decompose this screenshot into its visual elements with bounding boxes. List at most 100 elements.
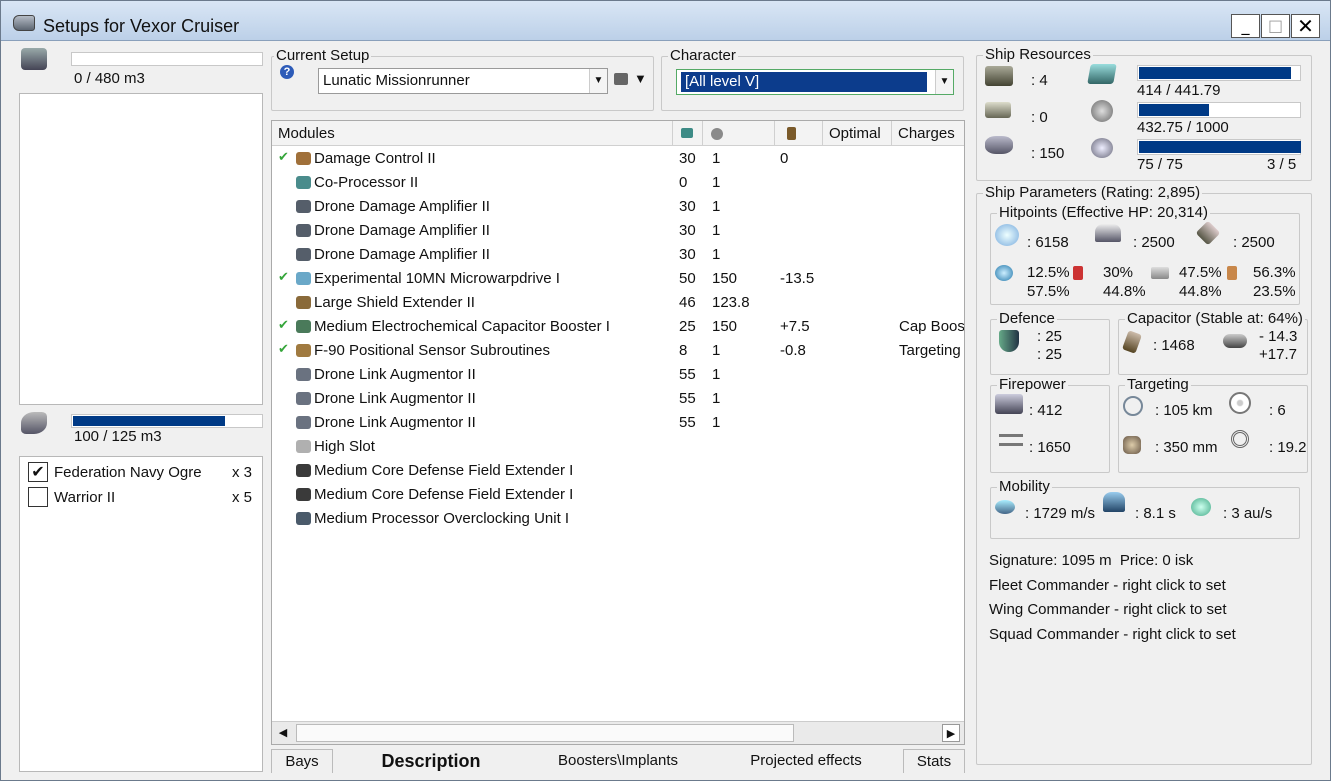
drone-item[interactable]: ✔ Federation Navy Ogre x 3 [26, 462, 258, 484]
module-icon [296, 296, 311, 309]
module-row[interactable]: Medium Core Defense Field Extender I [272, 459, 964, 483]
fleet-commander[interactable]: Fleet Commander - right click to set [989, 577, 1226, 594]
powergrid-icon [1091, 100, 1113, 122]
wrench-icon[interactable] [614, 73, 628, 85]
module-row[interactable]: ✔ Damage Control II 30 1 0 [272, 147, 964, 171]
module-row[interactable]: ✔ Experimental 10MN Microwarpdrive I 50 150… [272, 267, 964, 291]
scroll-thumb[interactable] [296, 724, 794, 742]
character-group: Character [All level V] ▼ [661, 48, 964, 111]
module-powergrid: 150 [712, 318, 738, 335]
drone-list[interactable]: ✔ Federation Navy Ogre x 3 Warrior II x … [19, 456, 263, 772]
header-charges[interactable]: Charges [892, 121, 964, 146]
drone-checkbox[interactable]: ✔ [28, 462, 48, 482]
minimize-button[interactable]: _ [1231, 14, 1260, 38]
mobility-group: Mobility : 1729 m/s : 8.1 s : 3 au/s [990, 479, 1300, 539]
cargo-list[interactable] [19, 93, 263, 405]
current-setup-legend: Current Setup [274, 47, 372, 64]
wing-commander[interactable]: Wing Commander - right click to set [989, 601, 1227, 618]
calibration-icon [985, 136, 1013, 154]
powergrid-icon [711, 128, 723, 140]
character-select-value: [All level V] [680, 71, 928, 93]
module-powergrid: 1 [712, 198, 721, 215]
module-name: Drone Link Augmentor II [314, 390, 476, 407]
module-row[interactable]: Drone Damage Amplifier II 30 1 [272, 243, 964, 267]
turret-icon [985, 66, 1013, 86]
ship-parameters-legend: Ship Parameters (Rating: 2,895) [983, 184, 1203, 201]
maximize-button[interactable]: □ [1261, 14, 1290, 38]
module-row[interactable]: Co-Processor II 0 1 [272, 171, 964, 195]
module-powergrid: 1 [712, 390, 721, 407]
module-row[interactable]: Drone Damage Amplifier II 30 1 [272, 219, 964, 243]
header-optimal[interactable]: Optimal [823, 121, 892, 146]
drone-item[interactable]: Warrior II x 5 [26, 487, 258, 509]
tab-boosters-implants[interactable]: Boosters\Implants [543, 749, 693, 773]
setup-select[interactable]: Lunatic Missionrunner ▼ [318, 68, 608, 94]
close-button[interactable]: ✕ [1291, 14, 1320, 38]
ship-icon [13, 15, 35, 31]
resist-kinetic-bot: 44.8% [1179, 283, 1222, 300]
module-row[interactable]: ✔ Medium Electrochemical Capacitor Booste… [272, 315, 964, 339]
module-row[interactable]: High Slot [272, 435, 964, 459]
module-row[interactable]: Medium Processor Overclocking Unit I [272, 507, 964, 531]
signature-price: Signature: 1095 m Price: 0 isk [989, 552, 1194, 569]
volley-icon [999, 434, 1023, 446]
module-row[interactable]: Drone Link Augmentor II 55 1 [272, 411, 964, 435]
help-icon[interactable]: ? [280, 65, 294, 79]
calibration-value: : 150 [1031, 145, 1065, 162]
module-row[interactable]: Large Shield Extender II 46 123.8 [272, 291, 964, 315]
cpu-text: 414 / 441.79 [1137, 82, 1221, 99]
module-row[interactable]: Medium Core Defense Field Extender I [272, 483, 964, 507]
drone-name: Warrior II [54, 489, 116, 506]
module-icon [296, 320, 311, 333]
armor-hp: : 2500 [1133, 234, 1175, 251]
squad-commander[interactable]: Squad Commander - right click to set [989, 626, 1236, 643]
module-row[interactable]: Drone Damage Amplifier II 30 1 [272, 195, 964, 219]
hitpoints-group: Hitpoints (Effective HP: 20,314) : 6158 … [990, 205, 1300, 305]
horizontal-scrollbar[interactable]: ◀ ▶ [272, 721, 964, 744]
module-cpu: 30 [679, 150, 696, 167]
module-icon [296, 344, 311, 357]
capacitor-delta-2: +17.7 [1259, 346, 1297, 363]
chevron-down-icon: ▼ [589, 69, 607, 93]
module-charges: Cap Boos [899, 318, 965, 335]
drone-bay-icon [21, 412, 47, 434]
module-powergrid: 1 [712, 222, 721, 239]
explosive-resist-icon [1227, 266, 1237, 280]
module-row[interactable]: Drone Link Augmentor II 55 1 [272, 387, 964, 411]
powergrid-bar [1137, 102, 1301, 118]
setup-select-value: Lunatic Missionrunner [323, 72, 470, 89]
tab-description[interactable]: Description [366, 749, 496, 773]
tab-projected-effects[interactable]: Projected effects [731, 749, 881, 773]
dropdown-arrow-icon[interactable]: ▼ [634, 71, 647, 86]
turret-icon [995, 394, 1023, 414]
window-title: Setups for Vexor Cruiser [43, 16, 240, 36]
header-powergrid[interactable] [703, 121, 775, 146]
resist-kinetic-top: 47.5% [1179, 264, 1222, 281]
modules-table[interactable]: Modules Optimal Charges ✔ Damage Control … [271, 120, 965, 745]
tab-stats[interactable]: Stats [903, 749, 965, 773]
module-name: Experimental 10MN Microwarpdrive I [314, 270, 560, 287]
header-modules[interactable]: Modules [272, 121, 673, 146]
module-row[interactable]: ✔ F-90 Positional Sensor Subroutines 8 1 -0.… [272, 339, 964, 363]
scroll-left-icon[interactable]: ◀ [274, 724, 292, 742]
launcher-count: : 0 [1031, 109, 1048, 126]
module-row[interactable]: Drone Link Augmentor II 55 1 [272, 363, 964, 387]
scan-resolution-icon [1123, 436, 1141, 454]
drone-quantity: x 3 [232, 464, 253, 481]
scroll-right-icon[interactable]: ▶ [942, 724, 960, 742]
tab-bays[interactable]: Bays [271, 749, 333, 773]
header-capacitor[interactable] [775, 121, 823, 146]
targeting-group: Targeting : 105 km : 6 : 350 mm : 19.2 [1118, 377, 1308, 473]
capacitor-capacity: : 1468 [1153, 337, 1195, 354]
character-select[interactable]: [All level V] ▼ [676, 69, 954, 95]
module-cpu: 55 [679, 414, 696, 431]
module-icon [296, 272, 311, 285]
module-name: Co-Processor II [314, 174, 419, 191]
capacitor-delta-1: - 14.3 [1259, 328, 1298, 345]
module-name: Drone Link Augmentor II [314, 366, 476, 383]
character-legend: Character [668, 47, 738, 64]
header-cpu[interactable] [673, 121, 703, 146]
kinetic-resist-icon [1151, 267, 1169, 279]
cpu-icon [681, 128, 693, 138]
drone-checkbox[interactable] [28, 487, 48, 507]
